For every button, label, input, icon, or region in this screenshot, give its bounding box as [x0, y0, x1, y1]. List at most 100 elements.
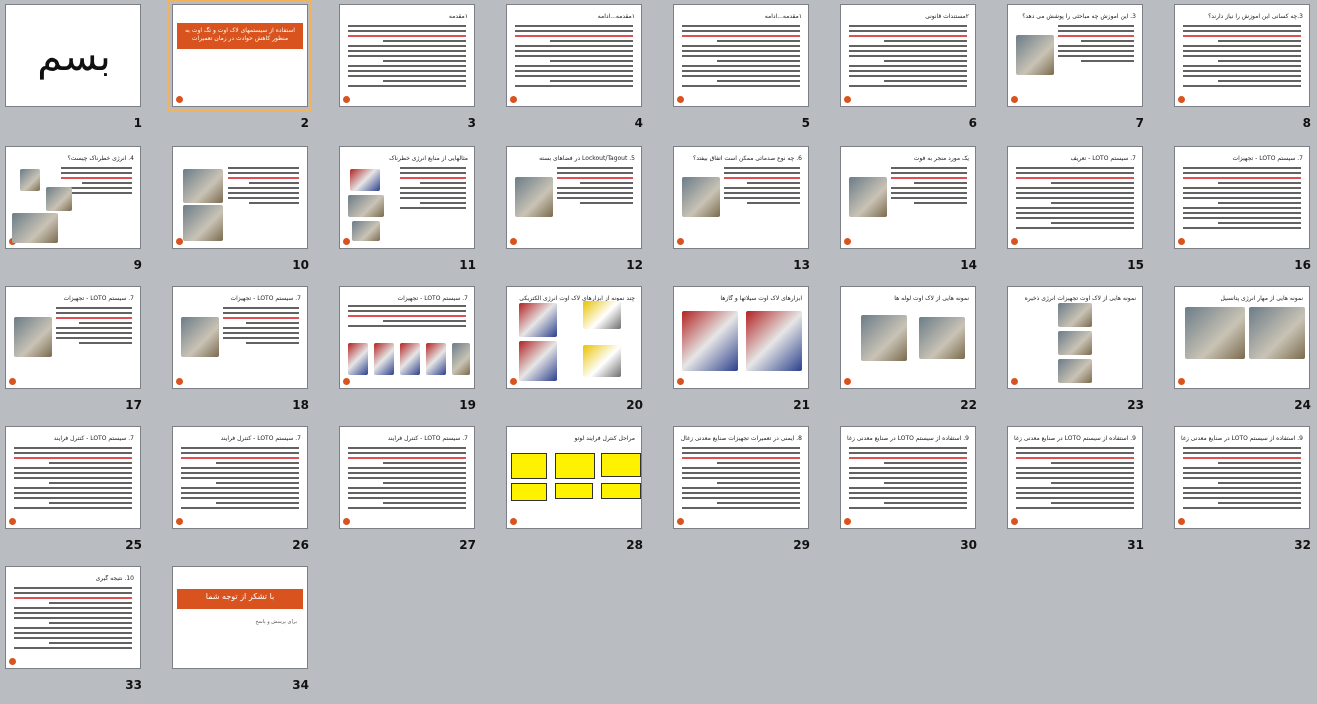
slide-preview[interactable]: با تشکر از توجه شما برای پرسش و پاسخ	[172, 566, 308, 669]
slide-thumbnail-29[interactable]: 8. ایمنی در تعمیرات تجهیزات صنایع معدنی …	[670, 424, 834, 564]
slide-bullet-icon	[510, 518, 517, 525]
slide-preview[interactable]: نمونه هایی از لاک اوت تجهیزات انرژی ذخیر…	[1007, 286, 1143, 389]
text-line	[884, 502, 967, 504]
slide-thumbnail-10[interactable]: 10	[169, 144, 333, 284]
slide-preview[interactable]: 10. نتیجه گیری	[5, 566, 141, 669]
slide-preview[interactable]: ابزارهای لاک اوت سیلاتها و گازها	[673, 286, 809, 389]
slide-thumbnail-31[interactable]: 9. استفاده از سیستم LOTO در صنایع معدنی …	[1004, 424, 1168, 564]
slide-preview[interactable]: ۱مقدمه...ادامه	[673, 4, 809, 107]
slide-preview[interactable]: 7. سیستم LOTO - کنترل فرایند	[339, 426, 475, 529]
text-line	[400, 192, 466, 194]
slide-preview[interactable]: 4. انرژی خطرناک چیست؟	[5, 146, 141, 249]
slide-thumbnail-30[interactable]: 9. استفاده از سیستم LOTO در صنایع معدنی …	[837, 424, 1001, 564]
slide-preview[interactable]: نمونه هایی از مهار انرژی پتانسیل	[1174, 286, 1310, 389]
slide-thumbnail-6[interactable]: ۲مستندات قانونی 6	[837, 2, 1001, 142]
slide-preview[interactable]: 5. Lockout/Tagout در فضاهای بسته	[506, 146, 642, 249]
flowchart-box	[511, 453, 547, 479]
text-line	[228, 172, 299, 174]
slide-thumbnail-13[interactable]: 6. چه نوع صدماتی ممکن است اتفاق بیفتد؟ 13	[670, 144, 834, 284]
slide-preview[interactable]: 7. سیستم LOTO - تجهیزات	[5, 286, 141, 389]
slide-preview[interactable]: نمونه هایی از لاک اوت لوله ها	[840, 286, 976, 389]
slide-number: 7	[1135, 116, 1144, 130]
text-line	[14, 472, 132, 474]
slide-preview[interactable]: 6. چه نوع صدماتی ممکن است اتفاق بیفتد؟	[673, 146, 809, 249]
slide-bullet-icon	[1011, 518, 1018, 525]
text-line	[849, 447, 967, 449]
slide-thumbnail-16[interactable]: 7. سیستم LOTO - تجهیزات 16	[1171, 144, 1317, 284]
slide-thumbnail-7[interactable]: 3. این آموزش چه مباحثی را پوشش می دهد؟ 7	[1004, 2, 1168, 142]
text-line	[515, 55, 633, 57]
text-line	[14, 452, 132, 454]
slide-preview[interactable]: 7. سیستم LOTO - تجهیزات	[339, 286, 475, 389]
slide-thumbnail-33[interactable]: 10. نتیجه گیری 33	[2, 564, 166, 704]
slide-preview[interactable]: چند نمونه از ابزارهای لاک اوت انرژی الکت…	[506, 286, 642, 389]
text-line	[348, 55, 466, 57]
slide-preview[interactable]	[172, 146, 308, 249]
slide-preview[interactable]: ۱مقدمه	[339, 4, 475, 107]
slide-thumbnail-25[interactable]: 7. سیستم LOTO - کنترل فرایند 25	[2, 424, 166, 564]
slide-preview[interactable]: مثالهایی از منابع انرژی خطرناک	[339, 146, 475, 249]
text-line	[1183, 452, 1301, 454]
slide-preview[interactable]: ۱مقدمه...ادامه	[506, 4, 642, 107]
text-line	[348, 50, 466, 52]
slide-thumbnail-22[interactable]: نمونه هایی از لاک اوت لوله ها 22	[837, 284, 1001, 424]
slide-preview[interactable]: 7. سیستم LOTO - کنترل فرایند	[172, 426, 308, 529]
slide-thumbnail-11[interactable]: مثالهایی از منابع انرژی خطرناک 11	[336, 144, 500, 284]
slide-thumbnail-9[interactable]: 4. انرژی خطرناک چیست؟ 9	[2, 144, 166, 284]
slide-thumbnail-2[interactable]: استفاده از سیستمهای لاک اوت و تگ اوت به …	[168, 0, 333, 142]
text-line	[216, 502, 299, 504]
slide-title: ابزارهای لاک اوت سیلاتها و گازها	[720, 295, 802, 302]
slide-preview[interactable]: 9. استفاده از سیستم LOTO در صنایع معدنی …	[840, 426, 976, 529]
slide-preview[interactable]: بسم الله	[5, 4, 141, 107]
slide-thumbnail-21[interactable]: ابزارهای لاک اوت سیلاتها و گازها 21	[670, 284, 834, 424]
text-line	[1016, 467, 1134, 469]
slide-thumbnail-15[interactable]: 7. سیستم LOTO - تعریف 15	[1004, 144, 1168, 284]
slide-thumbnail-5[interactable]: ۱مقدمه...ادامه 5	[670, 2, 834, 142]
slide-preview[interactable]: یک مورد منجر به فوت	[840, 146, 976, 249]
slide-thumbnail-34[interactable]: با تشکر از توجه شما برای پرسش و پاسخ 34	[169, 564, 333, 704]
text-line	[1016, 177, 1134, 179]
text-line	[14, 492, 132, 494]
slide-preview[interactable]: 9. استفاده از سیستم LOTO در صنایع معدنی …	[1007, 426, 1143, 529]
slide-thumbnail-28[interactable]: مراحل کنترل فرایند لوتو 28	[503, 424, 667, 564]
slide-preview[interactable]: استفاده از سیستمهای لاک اوت و تگ اوت به …	[168, 0, 312, 111]
slide-preview[interactable]: 7. سیستم LOTO - تجهیزات	[172, 286, 308, 389]
slide-image	[583, 345, 621, 377]
slide-preview[interactable]: 7. سیستم LOTO - تعریف	[1007, 146, 1143, 249]
slide-thumbnail-14[interactable]: یک مورد منجر به فوت 14	[837, 144, 1001, 284]
slide-preview[interactable]: مراحل کنترل فرایند لوتو	[506, 426, 642, 529]
text-line	[849, 477, 967, 479]
text-line	[717, 60, 800, 62]
slide-preview[interactable]: 3. این آموزش چه مباحثی را پوشش می دهد؟	[1007, 4, 1143, 107]
text-line	[724, 167, 800, 169]
slide-thumbnail-20[interactable]: چند نمونه از ابزارهای لاک اوت انرژی الکت…	[503, 284, 667, 424]
slide-thumbnail-26[interactable]: 7. سیستم LOTO - کنترل فرایند 26	[169, 424, 333, 564]
slide-thumbnail-18[interactable]: 7. سیستم LOTO - تجهیزات 18	[169, 284, 333, 424]
slide-thumbnail-23[interactable]: نمونه هایی از لاک اوت تجهیزات انرژی ذخیر…	[1004, 284, 1168, 424]
slide-thumbnail-8[interactable]: 3.چه کسانی این آموزش را نیاز دارند؟ 8	[1171, 2, 1317, 142]
slide-thumbnail-24[interactable]: نمونه هایی از مهار انرژی پتانسیل 24	[1171, 284, 1317, 424]
text-line	[78, 322, 132, 324]
text-line	[1058, 30, 1134, 32]
slide-preview[interactable]: 7. سیستم LOTO - کنترل فرایند	[5, 426, 141, 529]
text-lines	[228, 167, 299, 207]
slide-thumbnail-12[interactable]: 5. Lockout/Tagout در فضاهای بسته 12	[503, 144, 667, 284]
slide-preview[interactable]: 3.چه کسانی این آموزش را نیاز دارند؟	[1174, 4, 1310, 107]
slide-number: 10	[292, 258, 309, 272]
slide-preview[interactable]: ۲مستندات قانونی	[840, 4, 976, 107]
slide-thumbnail-32[interactable]: 9. استفاده از سیستم LOTO در صنایع معدنی …	[1171, 424, 1317, 564]
slide-thumbnail-17[interactable]: 7. سیستم LOTO - تجهیزات 17	[2, 284, 166, 424]
slide-thumbnail-27[interactable]: 7. سیستم LOTO - کنترل فرایند 27	[336, 424, 500, 564]
slide-image	[400, 343, 420, 375]
slide-thumbnail-3[interactable]: ۱مقدمه 3	[336, 2, 500, 142]
slide-thumbnail-19[interactable]: 7. سیستم LOTO - تجهیزات 19	[336, 284, 500, 424]
text-line	[515, 50, 633, 52]
slide-thumbnail-4[interactable]: ۱مقدمه...ادامه 4	[503, 2, 667, 142]
slide-thumbnail-1[interactable]: بسم الله 1	[2, 2, 166, 142]
text-line	[1183, 45, 1301, 47]
slide-preview[interactable]: 7. سیستم LOTO - تجهیزات	[1174, 146, 1310, 249]
slide-preview[interactable]: 9. استفاده از سیستم LOTO در صنایع معدنی …	[1174, 426, 1310, 529]
text-line	[891, 192, 967, 194]
slide-preview[interactable]: 8. ایمنی در تعمیرات تجهیزات صنایع معدنی …	[673, 426, 809, 529]
text-line	[181, 492, 299, 494]
